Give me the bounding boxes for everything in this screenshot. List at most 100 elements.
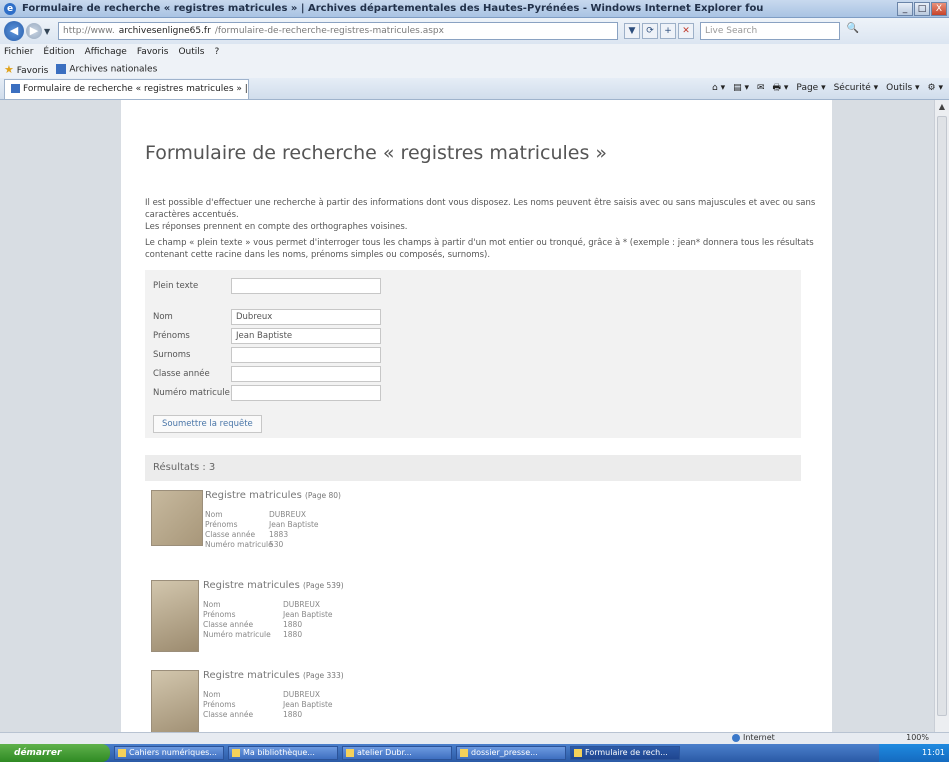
result-matricule-value: 530 xyxy=(269,540,284,549)
minimize-button[interactable]: _ xyxy=(897,2,913,16)
window-controls: _ □ X xyxy=(897,2,947,16)
favorites-bar: ★ Favoris Archives nationales xyxy=(0,60,949,78)
result-nom-value: DUBREUX xyxy=(269,510,306,519)
menu-item-favoris[interactable]: Favoris xyxy=(137,47,169,57)
field-row-surnoms: Surnoms xyxy=(153,347,381,363)
taskbar-item[interactable]: Cahiers numériques... xyxy=(114,746,224,760)
matricule-input[interactable] xyxy=(231,385,381,401)
security-zone: Internet xyxy=(732,733,775,742)
taskbar-item[interactable]: dossier_presse... xyxy=(456,746,566,760)
result-page: (Page 333) xyxy=(302,671,344,680)
register-thumbnail[interactable] xyxy=(151,580,199,652)
result-nom-label: Nom xyxy=(203,690,221,699)
plein-texte-label: Plein texte xyxy=(153,281,199,291)
result-title: Registre matricules xyxy=(203,670,300,681)
taskbar: démarrer Cahiers numériques... Ma biblio… xyxy=(0,744,949,762)
add-favorite-icon[interactable]: + xyxy=(660,23,676,39)
menu-item-outils[interactable]: Outils xyxy=(178,47,204,57)
taskbar-item[interactable]: Ma bibliothèque... xyxy=(228,746,338,760)
address-toolbar: ◀ ▶ ▼ http://www. archivesenligne65.fr /… xyxy=(0,18,949,44)
result-classe-value: 1880 xyxy=(283,620,303,629)
classe-label: Classe année xyxy=(153,369,210,379)
window-title: Formulaire de recherche « registres matr… xyxy=(22,3,764,14)
register-thumbnail[interactable] xyxy=(151,490,203,546)
register-thumbnail[interactable] xyxy=(151,670,199,732)
intro-plein-texte: Le champ « plein texte » vous permet d'i… xyxy=(145,238,814,260)
status-bar: Internet 100% xyxy=(0,732,949,744)
favorites-button[interactable]: ★ Favoris xyxy=(4,63,48,76)
page-menu[interactable]: Page ▾ xyxy=(796,83,825,93)
result-matricule-value: 1880 xyxy=(283,630,303,639)
menu-item-help[interactable]: ? xyxy=(214,47,219,57)
surnoms-label: Surnoms xyxy=(153,350,191,360)
page-title: Formulaire de recherche « registres matr… xyxy=(145,142,608,164)
address-dropdown-button[interactable]: ▼ xyxy=(624,23,640,39)
page-content: Formulaire de recherche « registres matr… xyxy=(121,100,832,732)
vertical-scrollbar[interactable]: ▲ xyxy=(934,100,949,732)
menu-bar: Fichier Édition Affichage Favoris Outils… xyxy=(0,44,949,60)
result-prenoms-label: Prénoms xyxy=(203,610,236,619)
surnoms-input[interactable] xyxy=(231,347,381,363)
zoom-level[interactable]: 100% xyxy=(906,733,929,742)
result-title: Registre matricules xyxy=(203,580,300,591)
menu-item-edition[interactable]: Édition xyxy=(43,47,74,57)
intro-orthographe: Les réponses prennent en compte des orth… xyxy=(145,222,408,232)
security-menu[interactable]: Sécurité ▾ xyxy=(834,83,879,93)
zone-label: Internet xyxy=(743,733,775,742)
result-prenoms-value: Jean Baptiste xyxy=(283,610,333,619)
result-classe-label: Classe année xyxy=(205,530,256,539)
back-button[interactable]: ◀ xyxy=(4,21,24,41)
field-row-plein-texte: Plein texte xyxy=(153,278,381,294)
favorite-link-archives[interactable]: Archives nationales xyxy=(56,63,157,74)
forward-button[interactable]: ▶ xyxy=(26,23,42,39)
result-nom-label: Nom xyxy=(205,510,223,519)
result-prenoms-value: Jean Baptiste xyxy=(283,700,333,709)
close-button[interactable]: X xyxy=(931,2,947,16)
matricule-label: Numéro matricule xyxy=(153,388,230,398)
result-title: Registre matricules xyxy=(205,490,302,501)
result-classe-value: 1883 xyxy=(269,530,289,539)
url-prefix: http://www. xyxy=(63,26,115,36)
nom-input[interactable]: Dubreux xyxy=(231,309,381,325)
settings-menu[interactable]: ⚙ ▾ xyxy=(928,83,943,93)
menu-item-fichier[interactable]: Fichier xyxy=(4,47,33,57)
nom-label: Nom xyxy=(153,312,173,322)
scrollbar-thumb[interactable] xyxy=(937,116,947,716)
window-title-bar: e Formulaire de recherche « registres ma… xyxy=(0,0,949,18)
submit-button[interactable]: Soumettre la requête xyxy=(153,415,262,433)
stop-icon[interactable]: ✕ xyxy=(678,23,694,39)
taskbar-item-active[interactable]: Formulaire de rech... xyxy=(570,746,680,760)
scroll-up-icon[interactable]: ▲ xyxy=(935,100,949,114)
tab-label: Formulaire de recherche « registres matr… xyxy=(23,84,249,94)
history-dropdown[interactable]: ▼ xyxy=(44,27,54,36)
start-button[interactable]: démarrer xyxy=(0,744,110,762)
maximize-button[interactable]: □ xyxy=(914,2,930,16)
menu-item-affichage[interactable]: Affichage xyxy=(85,47,127,57)
command-bar: ⌂ ▾ ▤ ▾ ✉ 🖶 ▾ Page ▾ Sécurité ▾ Outils ▾… xyxy=(712,80,943,96)
result-page: (Page 539) xyxy=(302,581,344,590)
refresh-icon[interactable]: ⟳ xyxy=(642,23,658,39)
home-button[interactable]: ⌂ ▾ xyxy=(712,83,725,93)
favorites-label: Favoris xyxy=(16,65,49,76)
result-nom-value: DUBREUX xyxy=(283,690,320,699)
print-button[interactable]: 🖶 ▾ xyxy=(773,80,789,96)
field-row-prenoms: Prénoms Jean Baptiste xyxy=(153,328,381,344)
tab-formulaire[interactable]: Formulaire de recherche « registres matr… xyxy=(4,79,249,99)
result-nom-label: Nom xyxy=(203,600,221,609)
result-title-link[interactable]: Registre matricules (Page 333) xyxy=(203,670,344,681)
plein-texte-input[interactable] xyxy=(231,278,381,294)
search-form: Plein texte Nom Dubreux Prénoms Jean Bap… xyxy=(145,270,801,438)
classe-input[interactable] xyxy=(231,366,381,382)
feeds-button[interactable]: ▤ ▾ xyxy=(733,83,749,93)
url-input[interactable]: http://www. archivesenligne65.fr /formul… xyxy=(58,22,618,40)
result-title-link[interactable]: Registre matricules (Page 80) xyxy=(205,490,341,501)
field-row-matricule: Numéro matricule xyxy=(153,385,381,401)
search-icon[interactable]: 🔍 xyxy=(844,23,862,39)
search-input[interactable]: Live Search xyxy=(700,22,840,40)
prenoms-input[interactable]: Jean Baptiste xyxy=(231,328,381,344)
tools-menu[interactable]: Outils ▾ xyxy=(886,83,919,93)
taskbar-item[interactable]: atelier Dubr... xyxy=(342,746,452,760)
mail-button[interactable]: ✉ xyxy=(757,83,765,93)
result-classe-label: Classe année xyxy=(203,620,254,629)
result-title-link[interactable]: Registre matricules (Page 539) xyxy=(203,580,344,591)
